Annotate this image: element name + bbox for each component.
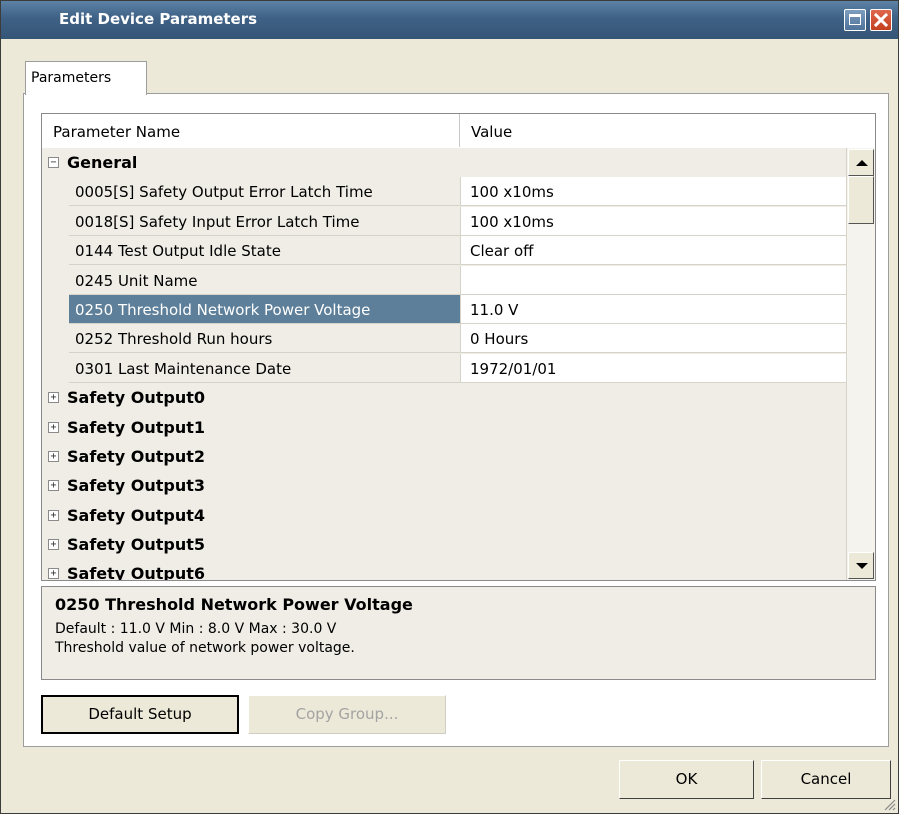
vertical-scrollbar[interactable] [846, 148, 875, 580]
parameter-name: 0144 Test Output Idle State [69, 236, 460, 266]
description-panel: 0250 Threshold Network Power Voltage Def… [41, 586, 876, 680]
close-icon [874, 13, 888, 27]
group-label: Safety Output0 [67, 388, 206, 408]
parameter-row[interactable]: 0252 Threshold Run hours 0 Hours [42, 324, 846, 354]
expand-icon[interactable]: + [48, 450, 59, 462]
parameter-name: 0005[S] Safety Output Error Latch Time [69, 177, 460, 207]
scroll-thumb[interactable] [848, 176, 874, 224]
scroll-up-button[interactable] [848, 149, 874, 176]
parameter-row-selected[interactable]: 0250 Threshold Network Power Voltage 11.… [42, 294, 846, 325]
parameter-value[interactable] [460, 265, 846, 295]
parameter-row[interactable]: 0005[S] Safety Output Error Latch Time 1… [42, 177, 846, 207]
parameter-name: 0245 Unit Name [69, 266, 460, 295]
group-row-safety-output6[interactable]: + Safety Output6 [42, 559, 846, 581]
parameter-name: 0250 Threshold Network Power Voltage [69, 294, 460, 324]
arrow-down-icon [856, 563, 868, 569]
arrow-up-icon [856, 160, 868, 166]
group-label: Safety Output5 [67, 535, 206, 555]
parameter-value[interactable]: 11.0 V [460, 294, 846, 324]
group-label: Safety Output4 [67, 505, 206, 525]
parameter-grid: Parameter Name Value − General 0005[S] S… [41, 113, 876, 581]
parameter-name: 0301 Last Maintenance Date [69, 354, 460, 383]
tab-parameters[interactable]: Parameters [25, 61, 147, 95]
parameter-name: 0252 Threshold Run hours [69, 324, 460, 354]
grid-header: Parameter Name Value [42, 114, 875, 149]
parameter-row[interactable]: 0301 Last Maintenance Date 1972/01/01 [42, 353, 846, 384]
expand-icon[interactable]: + [48, 421, 59, 433]
cancel-button[interactable]: Cancel [761, 760, 891, 799]
description-title: 0250 Threshold Network Power Voltage [55, 595, 413, 614]
dialog-window: Edit Device Parameters Parameters Parame… [0, 0, 899, 814]
group-row-safety-output3[interactable]: + Safety Output3 [42, 471, 846, 501]
parameter-value[interactable]: 100 x10ms [460, 177, 846, 207]
expand-icon[interactable]: + [48, 539, 59, 551]
column-header-value[interactable]: Value [460, 114, 875, 147]
title-bar[interactable]: Edit Device Parameters [1, 1, 898, 39]
column-header-parameter-name[interactable]: Parameter Name [42, 114, 460, 147]
group-row-safety-output2[interactable]: + Safety Output2 [42, 441, 846, 472]
close-button[interactable] [870, 9, 892, 31]
grid-rows: − General 0005[S] Safety Output Error La… [42, 148, 846, 581]
group-label: Safety Output2 [67, 446, 206, 466]
group-row-safety-output0[interactable]: + Safety Output0 [42, 383, 846, 413]
default-setup-button[interactable]: Default Setup [41, 695, 239, 734]
group-label: General [67, 153, 138, 172]
parameter-value[interactable]: 0 Hours [460, 324, 846, 354]
collapse-icon[interactable]: − [48, 157, 59, 168]
expand-icon[interactable]: + [48, 480, 59, 492]
expand-icon[interactable]: + [48, 392, 59, 404]
group-label: Safety Output1 [67, 417, 206, 437]
parameter-row[interactable]: 0245 Unit Name [42, 265, 846, 295]
group-row-safety-output5[interactable]: + Safety Output5 [42, 530, 846, 560]
scroll-down-button[interactable] [848, 552, 874, 579]
maximize-button[interactable] [844, 9, 866, 31]
parameter-value[interactable]: 100 x10ms [460, 206, 846, 236]
tab-parameters-label: Parameters [31, 70, 112, 86]
group-row-general[interactable]: − General [42, 148, 846, 178]
parameter-value[interactable]: Clear off [460, 236, 846, 266]
group-row-safety-output1[interactable]: + Safety Output1 [42, 412, 846, 442]
group-label: Safety Output6 [67, 564, 206, 581]
parameter-row[interactable]: 0144 Test Output Idle State Clear off [42, 236, 846, 266]
ok-button[interactable]: OK [619, 760, 754, 799]
parameter-row[interactable]: 0018[S] Safety Input Error Latch Time 10… [42, 206, 846, 237]
description-limits: Default : 11.0 V Min : 8.0 V Max : 30.0 … [55, 621, 337, 637]
copy-group-button[interactable]: Copy Group... [248, 695, 446, 734]
window-title: Edit Device Parameters [59, 10, 258, 28]
maximize-icon [849, 14, 861, 25]
group-row-safety-output4[interactable]: + Safety Output4 [42, 500, 846, 531]
parameter-value[interactable]: 1972/01/01 [460, 353, 846, 383]
parameter-name: 0018[S] Safety Input Error Latch Time [69, 207, 460, 236]
group-label: Safety Output3 [67, 476, 206, 496]
resize-grip-icon[interactable] [882, 797, 896, 811]
expand-icon[interactable]: + [48, 568, 59, 580]
expand-icon[interactable]: + [48, 509, 59, 521]
description-text: Threshold value of network power voltage… [55, 640, 355, 656]
